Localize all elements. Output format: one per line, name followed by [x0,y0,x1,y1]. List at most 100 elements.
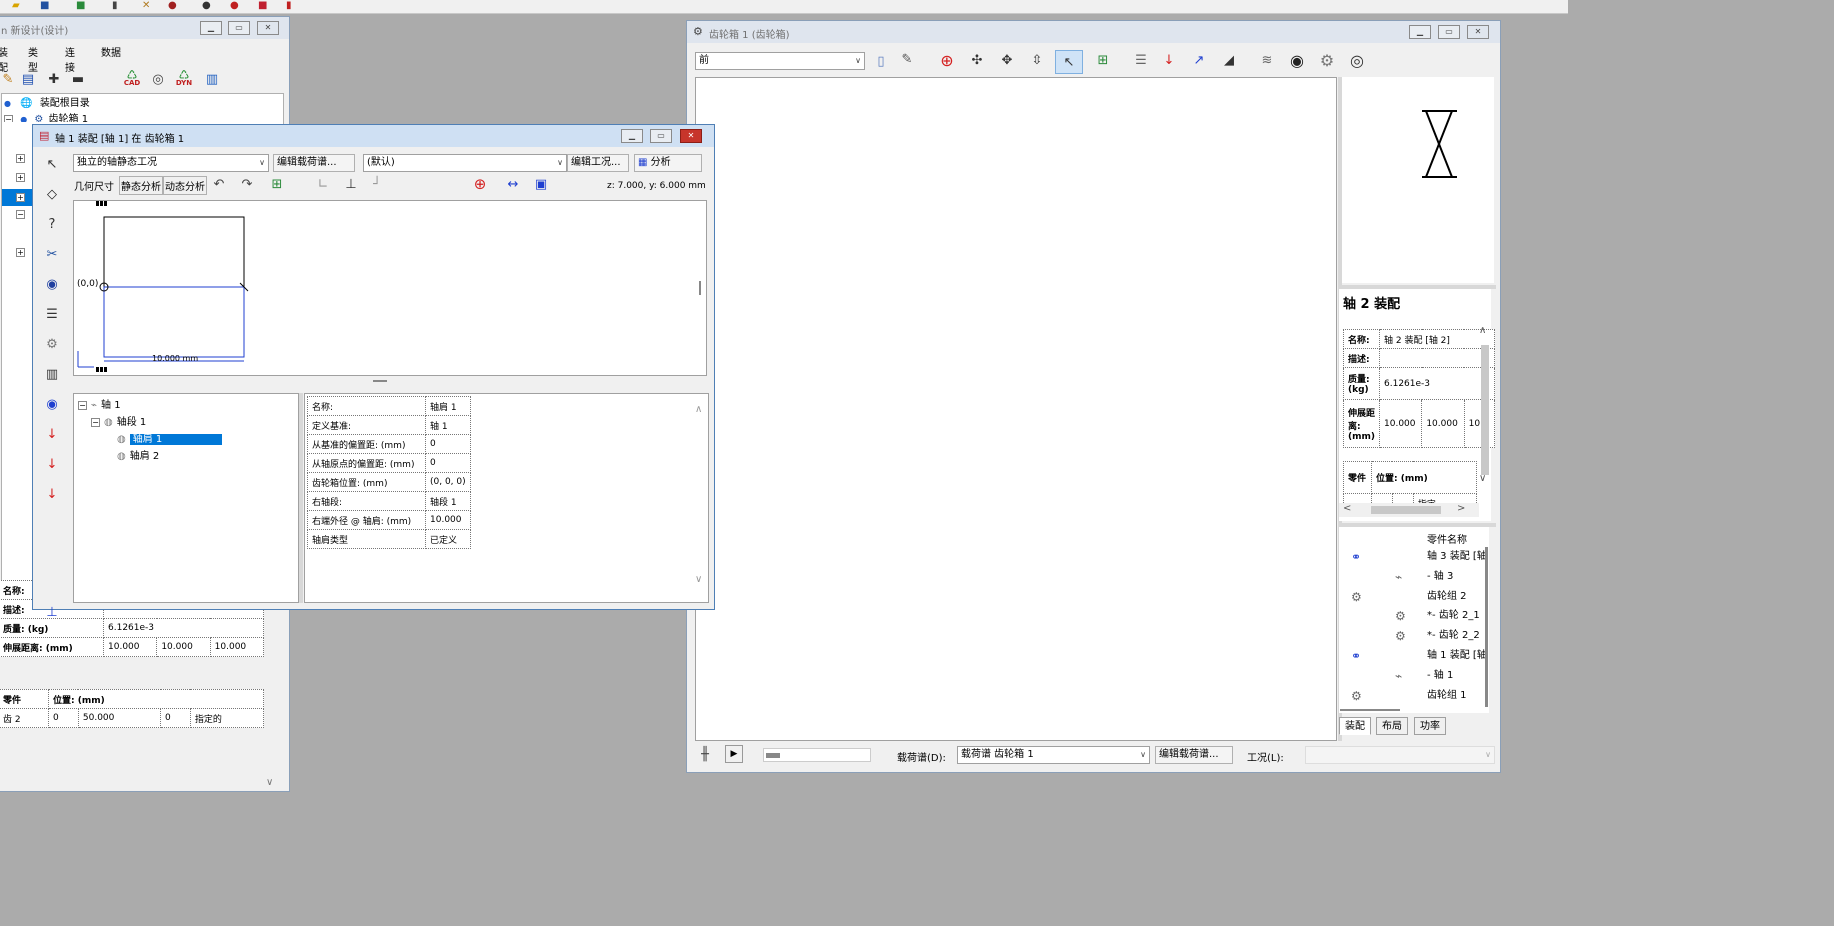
gear-icon[interactable]: ⚙ [42,334,62,354]
maximize-button[interactable]: ▭ [228,21,250,35]
prop-value[interactable]: 10.000 [1378,399,1423,448]
expander-row[interactable]: + [16,247,29,258]
expand-icon[interactable]: + [16,193,25,202]
list-item[interactable]: ⚭ 轴 1 装配 [轴 [1339,648,1485,664]
minimize-button[interactable]: ▁ [1409,25,1431,39]
tree-item[interactable]: − ⌁ 轴 1 [78,398,121,414]
list-item[interactable]: ⚙ *- 齿轮 2_2 [1339,628,1485,644]
prop-value[interactable]: 6.1261e-3 [1379,367,1495,400]
expand-icon[interactable]: + [16,247,25,257]
report-chart-icon[interactable]: ▥ [202,69,222,89]
collapse-icon[interactable]: − [78,400,87,410]
tab-geometry[interactable]: 几何尺寸 [74,178,114,193]
prop-value[interactable]: 10.000 [1421,399,1465,448]
zoom-icon[interactable]: ⇳ [1027,50,1047,70]
close-button[interactable]: ✕ [680,129,702,143]
rotate-icon[interactable]: ✣ [967,50,987,70]
timeline-icon[interactable]: ╫ [695,744,715,764]
bearing-icon[interactable]: ● [202,0,216,11]
target-icon[interactable]: ⊕ [470,174,490,194]
refresh-icon[interactable]: ■ [76,0,90,11]
shaft-icon[interactable]: ▣ [531,174,551,194]
list-item[interactable]: ⚙ 齿轮组 1 [1339,688,1485,704]
list-item[interactable]: ⚙ 齿轮组 2 [1339,589,1485,605]
prop-value[interactable]: 轴段 1 [425,491,471,511]
scroll-down-icon[interactable]: ∨ [266,777,273,788]
play-icon[interactable]: ▶ [725,745,743,763]
load-icon[interactable]: ↓ [42,484,62,504]
collapse-icon[interactable]: − [91,417,100,427]
tab-dynamic-analysis[interactable]: 动态分析 [163,176,207,195]
save-icon[interactable]: ■ [40,0,54,11]
tree-item[interactable]: ◍ 轴肩 1 [104,432,223,448]
tab-power[interactable]: 功率 [1414,717,1446,735]
document-check-icon[interactable]: ▤ [18,69,38,89]
expander-row[interactable]: − [16,209,29,220]
bar-chart-icon[interactable]: ▮ [286,0,300,11]
undo-icon[interactable]: ↶ [209,174,229,194]
target-icon[interactable]: ● [230,0,244,11]
maximize-button[interactable]: ▭ [650,129,672,143]
gear-icon[interactable]: ⚙ [1317,50,1337,70]
close-button[interactable]: ✕ [257,21,279,35]
condition-select[interactable]: 独立的轴静态工况 ∨ [73,154,269,172]
prop-value[interactable]: 6.1261e-3 [103,618,264,638]
splitter-grip[interactable] [373,380,387,382]
target-icon[interactable]: ⊕ [937,50,957,70]
prop-value[interactable]: 10.000 [156,637,211,657]
horizontal-scrollbar[interactable]: < > [1339,503,1479,517]
splitter[interactable] [73,376,707,390]
pin-icon[interactable]: ✎ [897,49,917,69]
coupling-icon[interactable]: ◉ [42,394,62,414]
wrench-icon[interactable]: ✕ [142,0,156,11]
remove-icon[interactable]: ▬ [68,69,88,89]
expand-icon[interactable]: + [16,153,25,163]
scroll-left-icon[interactable]: < [1343,503,1351,514]
expander-row[interactable]: + [16,172,29,183]
report-icon[interactable]: ■ [258,0,272,11]
tool-icon[interactable]: ▮ [112,0,126,11]
expand-icon[interactable]: + [16,172,25,182]
prop-value[interactable]: 0 [425,453,471,473]
splitter[interactable] [299,393,303,603]
bearing-icon[interactable]: ◉ [42,274,62,294]
measure-icon[interactable]: ↔ [503,174,523,194]
tree-selected-row[interactable]: + [2,189,32,206]
horizontal-scrollbar[interactable] [1340,709,1400,711]
maximize-button[interactable]: ▭ [1438,25,1460,39]
expander-row[interactable]: + [16,153,29,164]
page-icon[interactable]: ▯ [871,51,891,71]
slider-thumb[interactable] [766,753,780,758]
force-icon[interactable]: ↓ [42,424,62,444]
list-item[interactable]: ⚭ 轴 3 装配 [轴 [1339,549,1485,565]
tree-item-root[interactable]: ● 🌐 装配根目录 [4,96,90,112]
edit-load-spectrum-button[interactable]: 编辑载荷谱... [1155,746,1233,764]
left-bracket-icon[interactable]: ∟ [313,174,333,194]
pencil-icon[interactable]: ✎ [0,69,18,89]
tree-item-gearbox[interactable]: − ● ⚙ 齿轮箱 1 [4,112,88,122]
collapse-icon[interactable]: − [16,209,25,219]
center-icon[interactable]: ⊥ [341,174,361,194]
condition-select[interactable]: ∨ [1305,746,1495,764]
minimize-button[interactable]: ▁ [200,21,222,35]
spring-icon[interactable]: ≋ [1257,50,1277,70]
gear-tool-icon[interactable]: ● [168,0,182,11]
analyze-button[interactable]: ▦ 分析 [634,154,702,172]
axes-toggle-icon[interactable]: ⊞ [267,174,287,194]
tab-static-analysis[interactable]: 静态分析 [119,176,163,195]
eraser-icon[interactable]: ◇ [42,184,62,204]
ring-icon[interactable]: ◎ [1347,50,1367,70]
pan-icon[interactable]: ✥ [997,50,1017,70]
force-icon[interactable]: ↓ [1159,50,1179,70]
prop-value[interactable]: 轴 1 [425,415,471,435]
scrollbar-thumb[interactable] [1371,506,1441,514]
prop-value[interactable]: 0 [425,434,471,454]
edit-load-spectrum-button[interactable]: 编辑载荷谱... [273,154,355,172]
scissors-icon[interactable]: ✂ [42,244,62,264]
prop-value[interactable]: 轴 2 装配 [轴 2] [1379,329,1495,349]
moment-icon[interactable]: ↗ [1189,50,1209,70]
scroll-up-icon[interactable]: ∧ [1479,325,1491,336]
pointer-icon[interactable]: ↖ [42,154,62,174]
table-row[interactable]: 齿 2 0 50.000 0 指定的 [0,708,265,728]
prop-value[interactable]: 轴肩 1 [425,396,471,416]
